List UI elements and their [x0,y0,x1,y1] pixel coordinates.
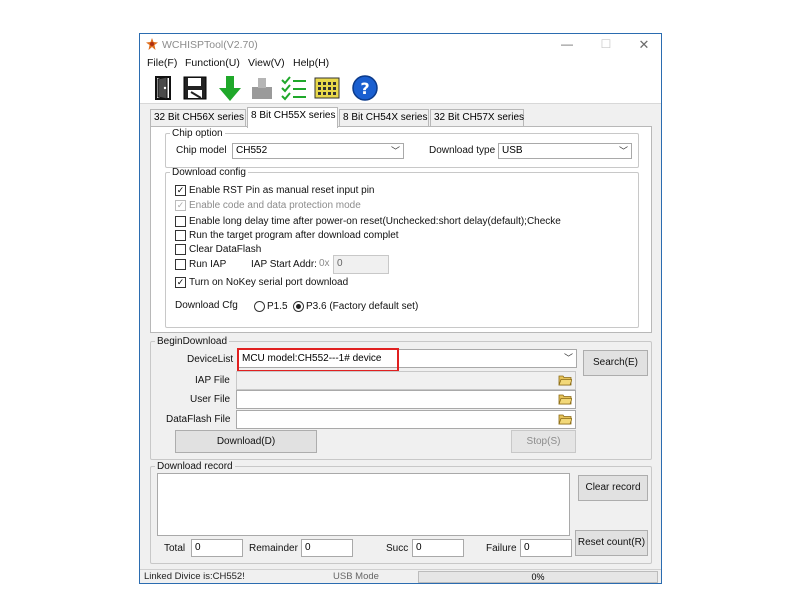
folder-open-icon[interactable] [558,374,572,386]
open-door-icon[interactable] [150,74,178,102]
chip-model-select[interactable]: CH552 ﹀ [232,143,404,159]
tab-ch55x[interactable]: 8 Bit CH55X series [247,107,338,128]
remainder-value: 0 [301,539,353,557]
rst-pin-label: Enable RST Pin as manual reset input pin [189,185,375,196]
device-list-label: DeviceList [187,354,234,365]
reset-count-button[interactable]: Reset count(R) [575,530,648,556]
checkbox-clear-dataflash[interactable] [175,244,186,255]
checkbox-long-delay[interactable] [175,216,186,227]
calculator-icon[interactable] [313,74,341,102]
chevron-down-icon: ﹀ [618,146,628,156]
checkbox-run-iap[interactable] [175,259,186,270]
usb-mode-status: USB Mode [333,571,379,582]
user-file-label: User File [190,394,231,405]
run-after-download-label: Run the target program after download co… [189,230,399,241]
checkbox-code-protection: ✓ [175,200,186,211]
succ-label: Succ [386,543,409,554]
help-icon[interactable]: ? [351,74,379,102]
nokey-serial-label: Turn on NoKey serial port download [189,277,349,288]
total-label: Total [164,543,186,554]
iap-start-addr-label: IAP Start Addr: [251,259,317,270]
chevron-down-icon: ﹀ [563,353,573,363]
tab-ch57x[interactable]: 32 Bit CH57X series [430,109,524,127]
menu-bar: File(F) Function(U) View(V) Help(H) [140,55,661,72]
code-protection-label: Enable code and data protection mode [189,200,361,211]
app-icon [146,38,158,50]
iap-hex-prefix: 0x [319,258,330,269]
iap-start-addr-input: 0 [333,255,389,274]
download-type-label: Download type [429,145,496,156]
dataflash-file-label: DataFlash File [166,414,231,425]
radio-p36-label: P3.6 (Factory default set) [306,301,419,312]
status-bar: Linked Divice is:CH552! USB Mode 0% [140,569,661,583]
download-config-legend: Download config [172,167,246,178]
main-window: WCHISPTool(V2.70) — ☐ ✕ File(F) Function… [139,33,662,584]
remainder-label: Remainder [249,543,298,554]
chip-model-value: CH552 [236,145,268,156]
linked-device-status: Linked Divice is:CH552! [144,571,245,582]
checkbox-run-after-download[interactable] [175,230,186,241]
folder-open-icon[interactable] [558,413,572,425]
download-record-legend: Download record [157,461,233,472]
clear-record-button[interactable]: Clear record [578,475,648,501]
menu-file[interactable]: File(F) [147,57,177,69]
checkbox-rst-pin[interactable]: ✓ [175,185,186,196]
toolbar: ? [140,72,661,104]
tab-ch54x[interactable]: 8 Bit CH54X series [339,109,429,127]
chevron-down-icon: ﹀ [390,146,400,156]
checklist-icon[interactable] [280,74,308,102]
clear-dataflash-label: Clear DataFlash [189,244,262,255]
download-arrow-icon[interactable] [216,74,244,102]
run-iap-label: Run IAP [189,259,227,270]
help-icon-glyph: ? [360,79,369,98]
iap-file-input [236,371,576,390]
menu-view[interactable]: View(V) [248,57,285,69]
stop-button: Stop(S) [511,430,576,453]
close-button[interactable]: ✕ [634,36,654,53]
checkbox-nokey-serial[interactable]: ✓ [175,277,186,288]
chip-model-label: Chip model [176,145,227,156]
failure-value: 0 [520,539,572,557]
window-title: WCHISPTool(V2.70) [162,39,258,51]
download-cfg-label: Download Cfg [175,300,238,311]
download-record-log[interactable] [157,473,570,536]
folder-open-icon[interactable] [558,393,572,405]
download-type-select[interactable]: USB ﹀ [498,143,632,159]
long-delay-label: Enable long delay time after power-on re… [189,216,561,227]
radio-p15[interactable] [254,301,265,312]
device-list-select[interactable]: MCU model:CH552---1# device ﹀ [238,349,577,368]
radio-p36[interactable] [293,301,304,312]
succ-value: 0 [412,539,464,557]
search-button[interactable]: Search(E) [583,350,648,376]
progress-text: 0% [531,572,545,582]
user-file-input[interactable] [236,390,576,409]
save-icon[interactable] [181,74,209,102]
total-value: 0 [191,539,243,557]
maximize-button[interactable]: ☐ [596,36,616,53]
menu-help[interactable]: Help(H) [293,57,329,69]
radio-selected-dot [296,304,301,309]
title-bar[interactable]: WCHISPTool(V2.70) — ☐ ✕ [140,34,661,55]
minimize-button[interactable]: — [557,36,577,53]
download-button[interactable]: Download(D) [175,430,317,453]
menu-function[interactable]: Function(U) [185,57,240,69]
failure-label: Failure [486,543,517,554]
chip-option-legend: Chip option [172,128,223,139]
begin-download-legend: BeginDownload [157,336,228,347]
tab-ch56x[interactable]: 32 Bit CH56X series [150,109,246,127]
iap-file-label: IAP File [195,375,230,386]
download-progress-bar: 0% [418,571,658,583]
chip-icon [252,78,272,99]
device-list-value: MCU model:CH552---1# device [242,353,382,364]
dataflash-file-input[interactable] [236,410,576,429]
download-type-value: USB [502,145,523,156]
radio-p15-label: P1.5 [267,301,288,312]
